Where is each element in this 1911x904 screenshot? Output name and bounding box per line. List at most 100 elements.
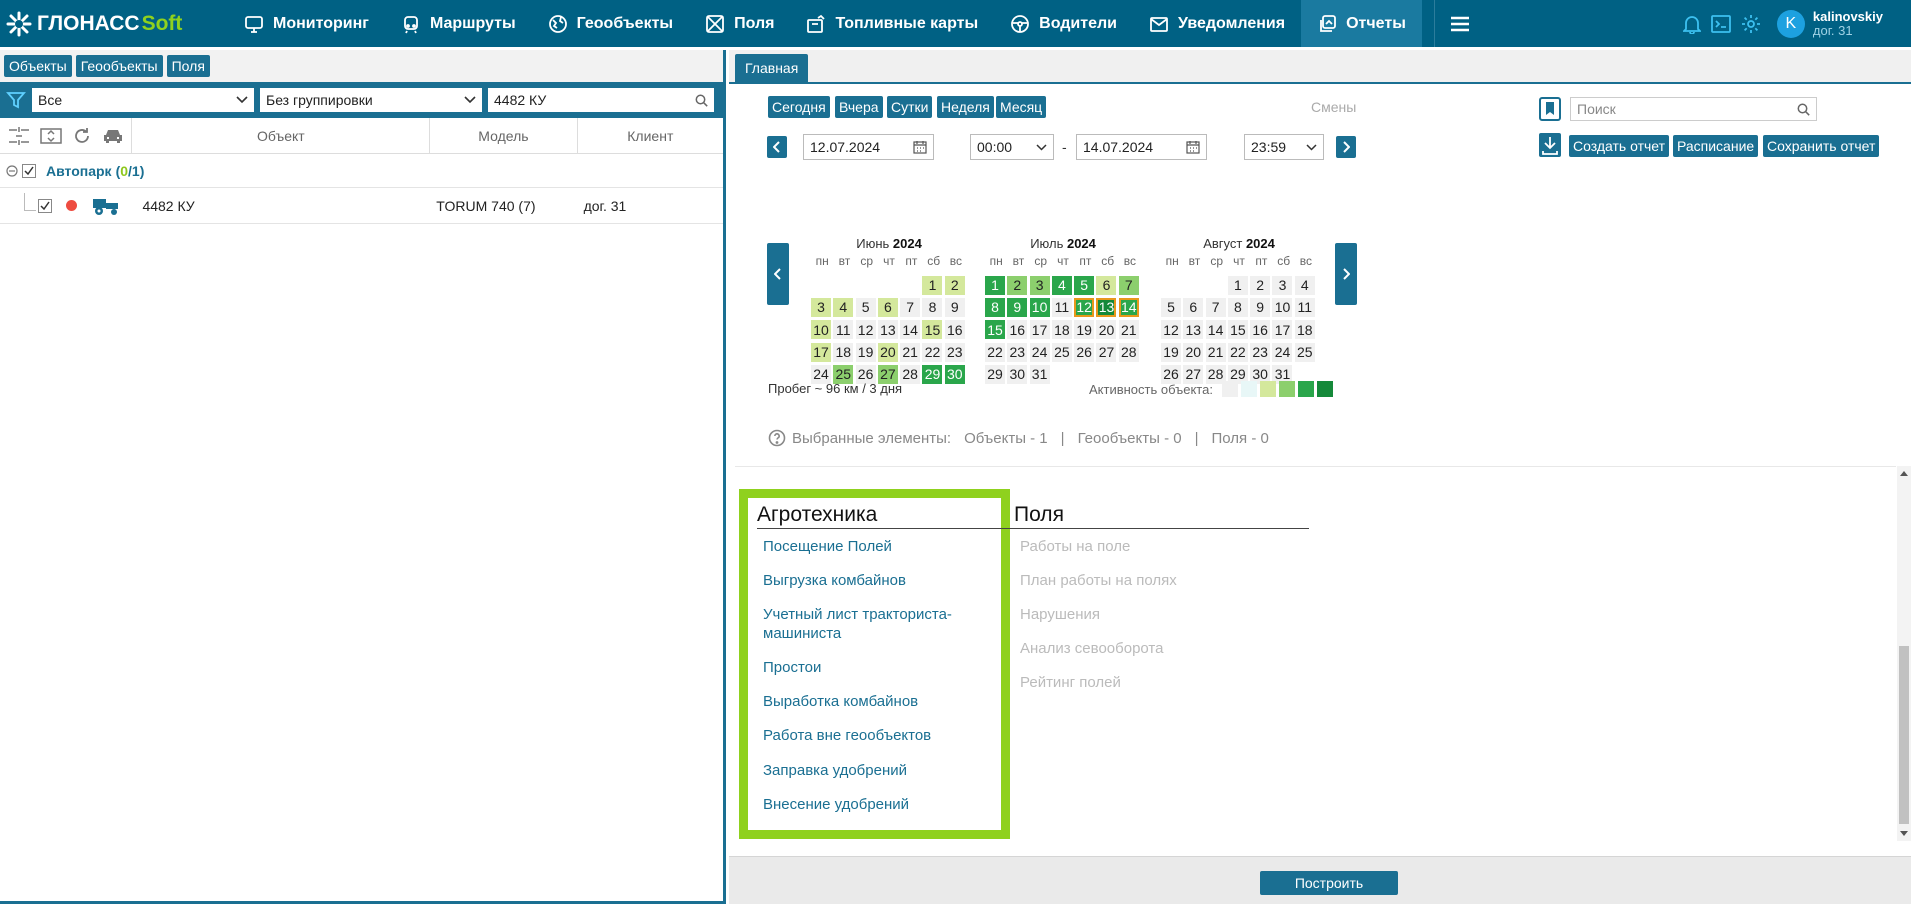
month-button[interactable]: Месяц: [996, 96, 1047, 118]
nav-monitoring[interactable]: Мониторинг: [228, 0, 385, 47]
group-row-autopark[interactable]: Автопарк (0/1): [0, 154, 723, 188]
calendar-day[interactable]: 25: [1051, 342, 1072, 362]
user-info[interactable]: kalinovskiy дог. 31: [1813, 9, 1883, 38]
object-search-input[interactable]: 4482 КУ: [488, 88, 714, 112]
calendar-day[interactable]: 22: [922, 342, 943, 362]
bookmark-icon[interactable]: [1539, 97, 1561, 121]
calendar-day[interactable]: 17: [811, 342, 831, 362]
calendar-day[interactable]: 24: [1029, 342, 1050, 362]
calendar-day[interactable]: 9: [1007, 297, 1028, 317]
time-to-select[interactable]: 23:59: [1244, 134, 1324, 160]
tab-geoobjects[interactable]: Геообъекты: [75, 55, 163, 77]
avatar[interactable]: K: [1776, 9, 1805, 38]
calendar-day[interactable]: 18: [1051, 320, 1072, 340]
report-link[interactable]: Выгрузка комбайнов: [763, 571, 906, 590]
calendar-day[interactable]: 7: [1205, 297, 1226, 317]
calendar-day[interactable]: 9: [944, 297, 965, 317]
prev-months-button[interactable]: [767, 243, 789, 305]
calendar-day[interactable]: 29: [922, 364, 943, 384]
column-object[interactable]: Объект: [132, 118, 431, 153]
calendar-day[interactable]: 16: [1007, 320, 1028, 340]
nav-fields[interactable]: Поля: [689, 0, 790, 47]
download-icon[interactable]: [1539, 133, 1561, 157]
calendar-day[interactable]: 20: [1096, 320, 1117, 340]
table-row[interactable]: 4482 КУ TORUM 740 (7) дог. 31: [0, 188, 723, 224]
nav-fuel-cards[interactable]: Топливные карты: [790, 0, 994, 47]
calendar-day[interactable]: 23: [1250, 342, 1271, 362]
calendar-day[interactable]: 6: [1096, 275, 1117, 295]
report-link[interactable]: Внесение удобрений: [763, 795, 909, 814]
calendar-day[interactable]: 11: [1294, 297, 1315, 317]
calendar-day[interactable]: 12: [855, 320, 876, 340]
today-button[interactable]: Сегодня: [768, 96, 830, 118]
filter-icon[interactable]: [6, 90, 26, 110]
calendar-day[interactable]: 14: [1205, 320, 1226, 340]
calendar-day[interactable]: 17: [1272, 320, 1293, 340]
calendar-day[interactable]: 15: [1227, 320, 1248, 340]
tab-fields[interactable]: Поля: [166, 55, 210, 77]
collapse-expand-icon[interactable]: [8, 126, 30, 146]
calendar-day[interactable]: 31: [1029, 364, 1050, 384]
calendar-day[interactable]: 16: [944, 320, 965, 340]
calendar-day[interactable]: 4: [833, 297, 854, 317]
schedule-button[interactable]: Расписание: [1673, 135, 1759, 157]
date-from-input[interactable]: 12.07.2024: [803, 134, 934, 160]
calendar-day[interactable]: 19: [1074, 320, 1095, 340]
calendar-day[interactable]: 12: [1161, 320, 1181, 340]
calendar-day[interactable]: 9: [1250, 297, 1271, 317]
calendar-day[interactable]: 15: [922, 320, 943, 340]
calendar-day[interactable]: 29: [985, 364, 1005, 384]
next-months-button[interactable]: [1335, 243, 1357, 305]
calendar-day[interactable]: 1: [985, 275, 1005, 295]
calendar-day[interactable]: 5: [1074, 275, 1095, 295]
calendar-day[interactable]: 21: [1205, 342, 1226, 362]
yesterday-button[interactable]: Вчера: [835, 96, 883, 118]
calendar-day[interactable]: 26: [1074, 342, 1095, 362]
scroll-up-icon[interactable]: [1900, 470, 1908, 476]
logo[interactable]: ГЛОНАСС Soft: [0, 11, 228, 37]
column-model[interactable]: Модель: [430, 118, 578, 153]
calendar-day[interactable]: 10: [811, 320, 831, 340]
group-checkbox[interactable]: [22, 163, 36, 178]
selected-objects[interactable]: Объекты - 1: [964, 430, 1048, 447]
calendar-day[interactable]: 13: [877, 320, 898, 340]
calendar-day[interactable]: 3: [1272, 275, 1293, 295]
calendar-day[interactable]: 24: [1272, 342, 1293, 362]
calendar-day[interactable]: 30: [1007, 364, 1028, 384]
calendar-day[interactable]: 18: [1294, 320, 1315, 340]
calendar-day[interactable]: 20: [1183, 342, 1204, 362]
report-list-scrollbar[interactable]: [1897, 466, 1911, 841]
calendar-day[interactable]: 3: [811, 297, 831, 317]
calendar-day[interactable]: 15: [985, 320, 1005, 340]
calendar-day[interactable]: 2: [1007, 275, 1028, 295]
hamburger-menu-button[interactable]: [1433, 0, 1485, 47]
calendar-day[interactable]: 28: [900, 364, 921, 384]
column-client[interactable]: Клиент: [578, 118, 723, 153]
calendar-day[interactable]: 6: [1183, 297, 1204, 317]
nav-notifications[interactable]: Уведомления: [1133, 0, 1301, 47]
calendar-day[interactable]: 1: [922, 275, 943, 295]
prev-period-button[interactable]: [767, 136, 787, 158]
collapse-group-icon[interactable]: [6, 164, 18, 177]
report-link[interactable]: Учетный лист тракториста-машиниста: [763, 605, 993, 643]
date-to-input[interactable]: 14.07.2024: [1076, 134, 1207, 160]
calendar-day[interactable]: 13: [1183, 320, 1204, 340]
tab-main[interactable]: Главная: [735, 54, 809, 82]
day-button[interactable]: Сутки: [887, 96, 933, 118]
calendar-day[interactable]: 5: [855, 297, 876, 317]
build-button[interactable]: Построить: [1260, 871, 1398, 895]
calendar-day[interactable]: 3: [1029, 275, 1050, 295]
report-link[interactable]: Выработка комбайнов: [763, 692, 918, 711]
report-link[interactable]: Посещение Полей: [763, 537, 892, 556]
week-button[interactable]: Неделя: [937, 96, 994, 118]
calendar-day[interactable]: 19: [855, 342, 876, 362]
calendar-day[interactable]: 8: [922, 297, 943, 317]
report-search-input[interactable]: Поиск: [1570, 97, 1817, 121]
grouping-select[interactable]: Без группировки: [260, 88, 482, 112]
calendar-day[interactable]: 21: [1118, 320, 1139, 340]
next-period-button[interactable]: [1336, 136, 1356, 158]
calendar-day[interactable]: 14: [1118, 297, 1139, 317]
calendar-day[interactable]: 8: [985, 297, 1005, 317]
settings-button[interactable]: [1741, 14, 1761, 34]
calendar-day[interactable]: 8: [1227, 297, 1248, 317]
